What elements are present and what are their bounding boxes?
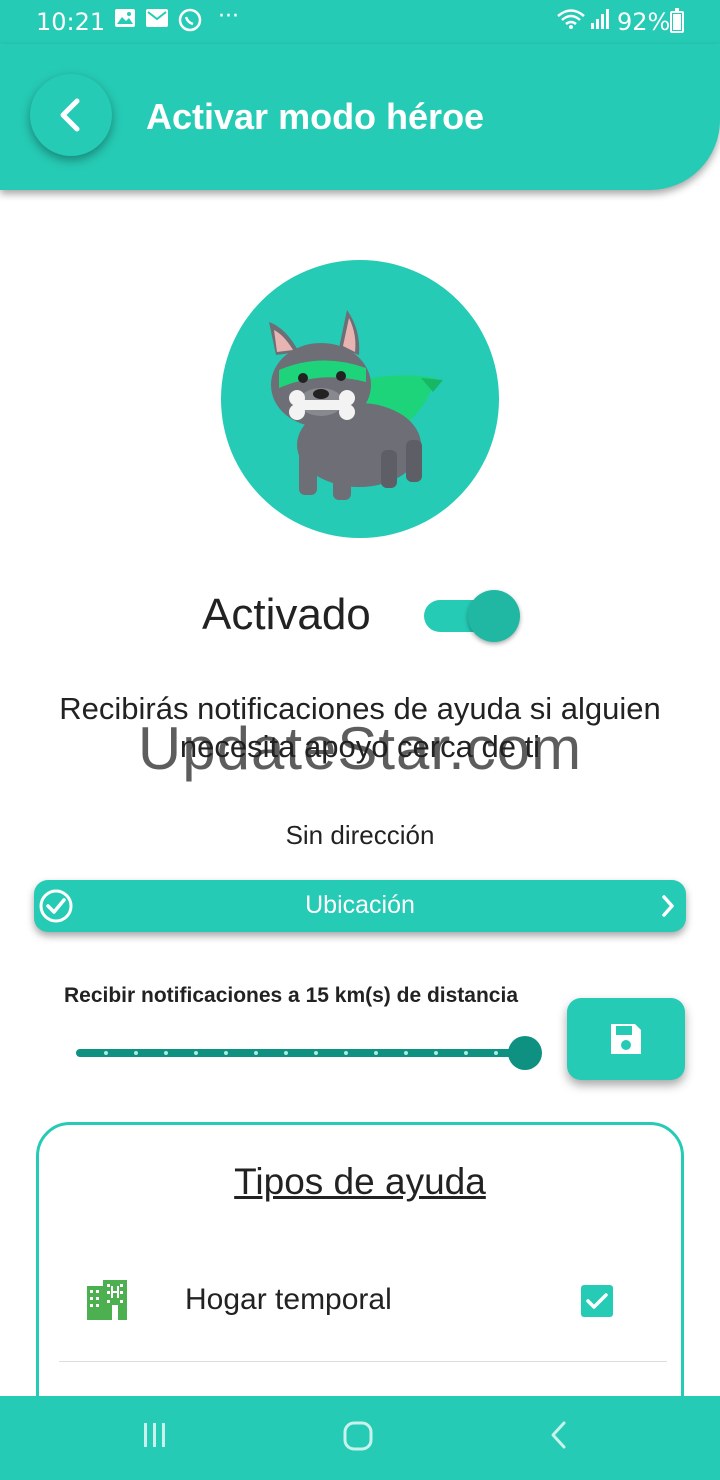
hero-mode-status: Activado [202, 590, 371, 639]
whatsapp-icon [178, 8, 202, 38]
more-notifications-icon: ··· [218, 4, 239, 29]
slider-thumb[interactable] [508, 1036, 542, 1070]
battery-icon [670, 8, 684, 33]
divider [59, 1361, 667, 1362]
status-bar: 10:21 ··· 92% [0, 0, 720, 44]
watermark: UpdateStar.com [137, 715, 583, 782]
distance-label: Recibir notificaciones a 15 km(s) de dis… [64, 984, 518, 1007]
mail-icon [145, 8, 169, 34]
toggle-thumb [468, 590, 520, 642]
address-label: Sin dirección [285, 820, 435, 850]
back-button[interactable] [30, 74, 112, 156]
hero-mode-toggle[interactable] [424, 590, 520, 642]
location-button[interactable]: Ubicación [34, 880, 686, 932]
building-icon [87, 1280, 127, 1320]
system-navigation-bar [0, 1396, 720, 1480]
save-button[interactable] [567, 998, 685, 1080]
back-icon[interactable] [548, 1420, 568, 1450]
hero-dog-illustration [221, 260, 499, 538]
help-type-label: Hogar temporal [185, 1283, 392, 1316]
image-icon [114, 8, 136, 34]
help-types-title: Tipos de ayuda [234, 1161, 486, 1202]
distance-slider[interactable] [76, 1034, 546, 1074]
help-type-checkbox[interactable] [581, 1285, 613, 1317]
wifi-icon [556, 8, 586, 36]
page-title: Activar modo héroe [146, 96, 485, 137]
status-time: 10:21 [36, 8, 106, 36]
signal-icon [590, 8, 610, 36]
chevron-right-icon [662, 895, 674, 917]
battery-percentage: 92% [617, 8, 671, 36]
recent-apps-icon[interactable] [142, 1420, 168, 1450]
checkmark-icon [586, 1293, 608, 1309]
location-button-label: Ubicación [305, 891, 415, 919]
chevron-left-icon [60, 98, 80, 132]
slider-track [76, 1049, 526, 1057]
help-type-item[interactable]: Hogar temporal [39, 1263, 681, 1363]
floppy-disk-icon [611, 1024, 641, 1054]
home-icon[interactable] [342, 1420, 374, 1452]
app-bar: Activar modo héroe [0, 44, 720, 190]
